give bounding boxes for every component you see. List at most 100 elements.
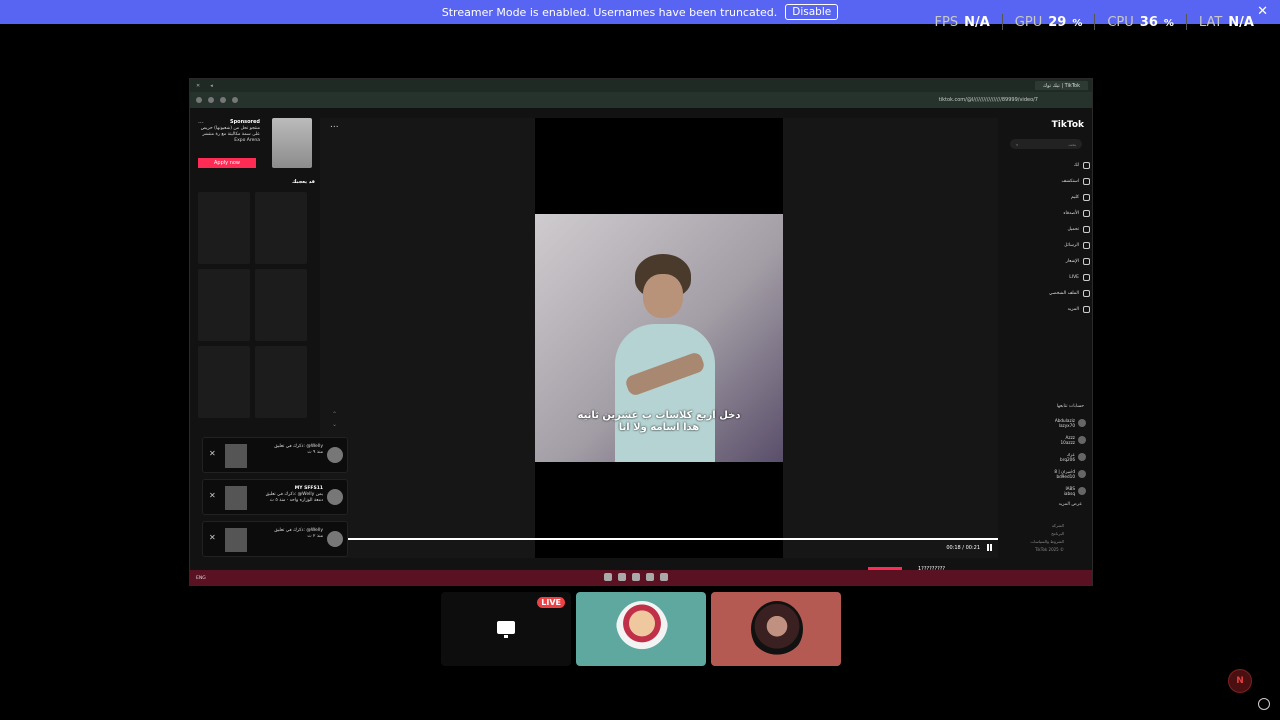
monitor-icon: [497, 621, 515, 638]
app-icon[interactable]: [618, 573, 626, 581]
video-player[interactable]: دخل اربع كلاسات ب عشرين ثانيه هذا اسامه و…: [535, 118, 783, 558]
url-field[interactable]: tiktok.com/@l/////////////////89999/vide…: [939, 97, 1038, 103]
footer-link[interactable]: الشروط والسياسات: [1030, 538, 1064, 546]
server-logo-icon[interactable]: N: [1228, 669, 1252, 693]
shared-screen[interactable]: ✕ ◂ تيك توك | TikTok tiktok.com/@l//////…: [189, 78, 1093, 586]
close-icon[interactable]: ✕: [196, 83, 200, 89]
tiktok-nav-item[interactable]: الرسائل: [1006, 237, 1090, 253]
tiktok-nav-item[interactable]: لك: [1006, 157, 1090, 173]
notification-time: دمعة الوزاره واحد · منذ ٥ ث: [269, 498, 323, 503]
video-progress-fill: [320, 538, 998, 540]
video-panel: ... ⌃ ⌄ دخل اربع كلاسات ب عشرين ثانيه هذا …: [320, 118, 998, 558]
chrome-icon[interactable]: [604, 573, 612, 581]
apply-now-button[interactable]: Apply now: [198, 158, 256, 168]
suggested-video[interactable]: [198, 346, 250, 418]
tiktok-nav-item[interactable]: كليم: [1006, 189, 1090, 205]
avatar: [1078, 452, 1086, 461]
pause-icon[interactable]: [987, 544, 992, 551]
nav-icon: [1083, 177, 1090, 185]
gpu-stat: GPU 29%: [1014, 14, 1083, 30]
performance-overlay: FPS N/A GPU 29% CPU 36% LAT N/A: [923, 14, 1266, 30]
notification-toast[interactable]: ✕ MY SFFS11 ذكرك في تعليق: @Welly يمن دمعة …: [202, 479, 348, 515]
tiktok-nav-item[interactable]: استكشف: [1006, 173, 1090, 189]
extension-icon[interactable]: [232, 97, 238, 103]
sponsored-label: Sponsored: [229, 119, 260, 125]
video-progress-bar[interactable]: [320, 538, 998, 540]
following-account[interactable]: ميزان | 8id bd9ed10: [1016, 465, 1086, 482]
following-account[interactable]: Azzz 10azzz: [1016, 431, 1086, 448]
nav-icon: [1083, 193, 1090, 201]
following-account[interactable]: IABS iabsq: [1016, 482, 1086, 499]
tiktok-nav-item[interactable]: الإشعار: [1006, 253, 1090, 269]
close-icon[interactable]: ✕: [209, 533, 216, 542]
avatar: [1078, 486, 1086, 495]
ad-text: منتجو تحل من (شعبونها) حريص على سمة مكال…: [200, 126, 260, 143]
tiktok-nav-item[interactable]: تحميل: [1006, 221, 1090, 237]
extension-icon[interactable]: [196, 97, 202, 103]
disable-streamer-mode-button[interactable]: Disable: [785, 4, 839, 20]
nav-icon: [1083, 161, 1090, 169]
extension-icon[interactable]: [208, 97, 214, 103]
nav-icon: [1083, 289, 1090, 297]
browser-address-bar: tiktok.com/@l/////////////////89999/vide…: [190, 92, 1092, 108]
suggested-video[interactable]: [198, 192, 250, 264]
tiktok-nav-item[interactable]: LIVE: [1006, 269, 1090, 285]
avatar: [1078, 469, 1086, 478]
following-account[interactable]: عزك brq206: [1016, 448, 1086, 465]
show-more-link[interactable]: عرض المزيد: [1059, 502, 1082, 507]
extension-icon[interactable]: [220, 97, 226, 103]
windows-taskbar: ENG: [190, 570, 1092, 585]
settings-icon[interactable]: [1258, 698, 1270, 710]
tiktok-sidebar: TikTok ⌕ بحث لك استكشف كليم الأصدقاء تحميل ال…: [1006, 108, 1092, 568]
account-handle: 10azzz: [1060, 439, 1076, 445]
video-time: 00:18 / 00:21: [946, 545, 980, 551]
nav-icon: [1083, 305, 1090, 313]
suggested-video[interactable]: [255, 346, 307, 418]
notification-toast[interactable]: ✕ ذكرك في تعليق: @Welly منذ ٢ ث: [202, 521, 348, 557]
account-handle: brq206: [1060, 456, 1075, 462]
close-icon[interactable]: ✕: [209, 449, 216, 458]
tiktok-nav: لك استكشف كليم الأصدقاء تحميل الرسائل الإشعار L…: [1006, 157, 1090, 317]
fps-stat: FPS N/A: [934, 14, 990, 30]
tiktok-logo[interactable]: TikTok: [1052, 120, 1084, 130]
following-accounts: Abdulaziz lazyx70 Azzz 10azzz عزك brq206 ميزان…: [1016, 414, 1086, 499]
video-subtitle: دخل اربع كلاسات ب عشرين ثانيه هذا اسامه و…: [577, 410, 741, 433]
back-icon[interactable]: ◂: [210, 83, 213, 89]
footer-link[interactable]: TikTok 2025 ©: [1030, 546, 1064, 554]
folder-icon[interactable]: [632, 573, 640, 581]
following-title: حسابات تتابعها: [1056, 404, 1084, 409]
tiktok-nav-item[interactable]: المزيد: [1006, 301, 1090, 317]
chevron-down-icon: ⌄: [332, 421, 338, 428]
taskbar-apps: [604, 573, 668, 581]
search-icon[interactable]: [646, 573, 654, 581]
account-handle: iabsq: [1063, 490, 1075, 496]
ad-thumbnail[interactable]: [272, 118, 312, 168]
participant-tile[interactable]: [576, 592, 706, 666]
cpu-stat: CPU 36%: [1107, 14, 1174, 30]
live-badge: LIVE: [537, 597, 565, 608]
suggested-video[interactable]: [255, 192, 307, 264]
video-nav-arrows[interactable]: ⌃ ⌄: [332, 410, 337, 430]
more-icon[interactable]: ...: [330, 120, 339, 130]
language-indicator[interactable]: ENG: [196, 576, 206, 581]
participant-tile[interactable]: [711, 592, 841, 666]
more-icon[interactable]: ...: [198, 118, 204, 125]
browser-tab[interactable]: تيك توك | TikTok: [1034, 81, 1088, 90]
stream-tile[interactable]: LIVE: [441, 592, 571, 666]
notification-toast[interactable]: ✕ ذكرك في تعليق: @Welly منذ ٩ ث: [202, 437, 348, 473]
avatar: [327, 489, 343, 505]
close-icon[interactable]: ✕: [209, 491, 216, 500]
tiktok-nav-item[interactable]: الملف الشخصي: [1006, 285, 1090, 301]
nav-icon: [1083, 257, 1090, 265]
suggested-video[interactable]: [198, 269, 250, 341]
lat-stat: LAT N/A: [1198, 14, 1254, 30]
tiktok-nav-item[interactable]: الأصدقاء: [1006, 205, 1090, 221]
suggested-video[interactable]: [255, 269, 307, 341]
search-input[interactable]: ⌕ بحث: [1010, 139, 1082, 149]
avatar: [1078, 418, 1086, 427]
footer-link[interactable]: البرنامج: [1030, 530, 1064, 538]
windows-icon[interactable]: [660, 573, 668, 581]
following-account[interactable]: Abdulaziz lazyx70: [1016, 414, 1086, 431]
nav-icon: [1083, 225, 1090, 233]
footer-link[interactable]: الشركة: [1030, 522, 1064, 530]
